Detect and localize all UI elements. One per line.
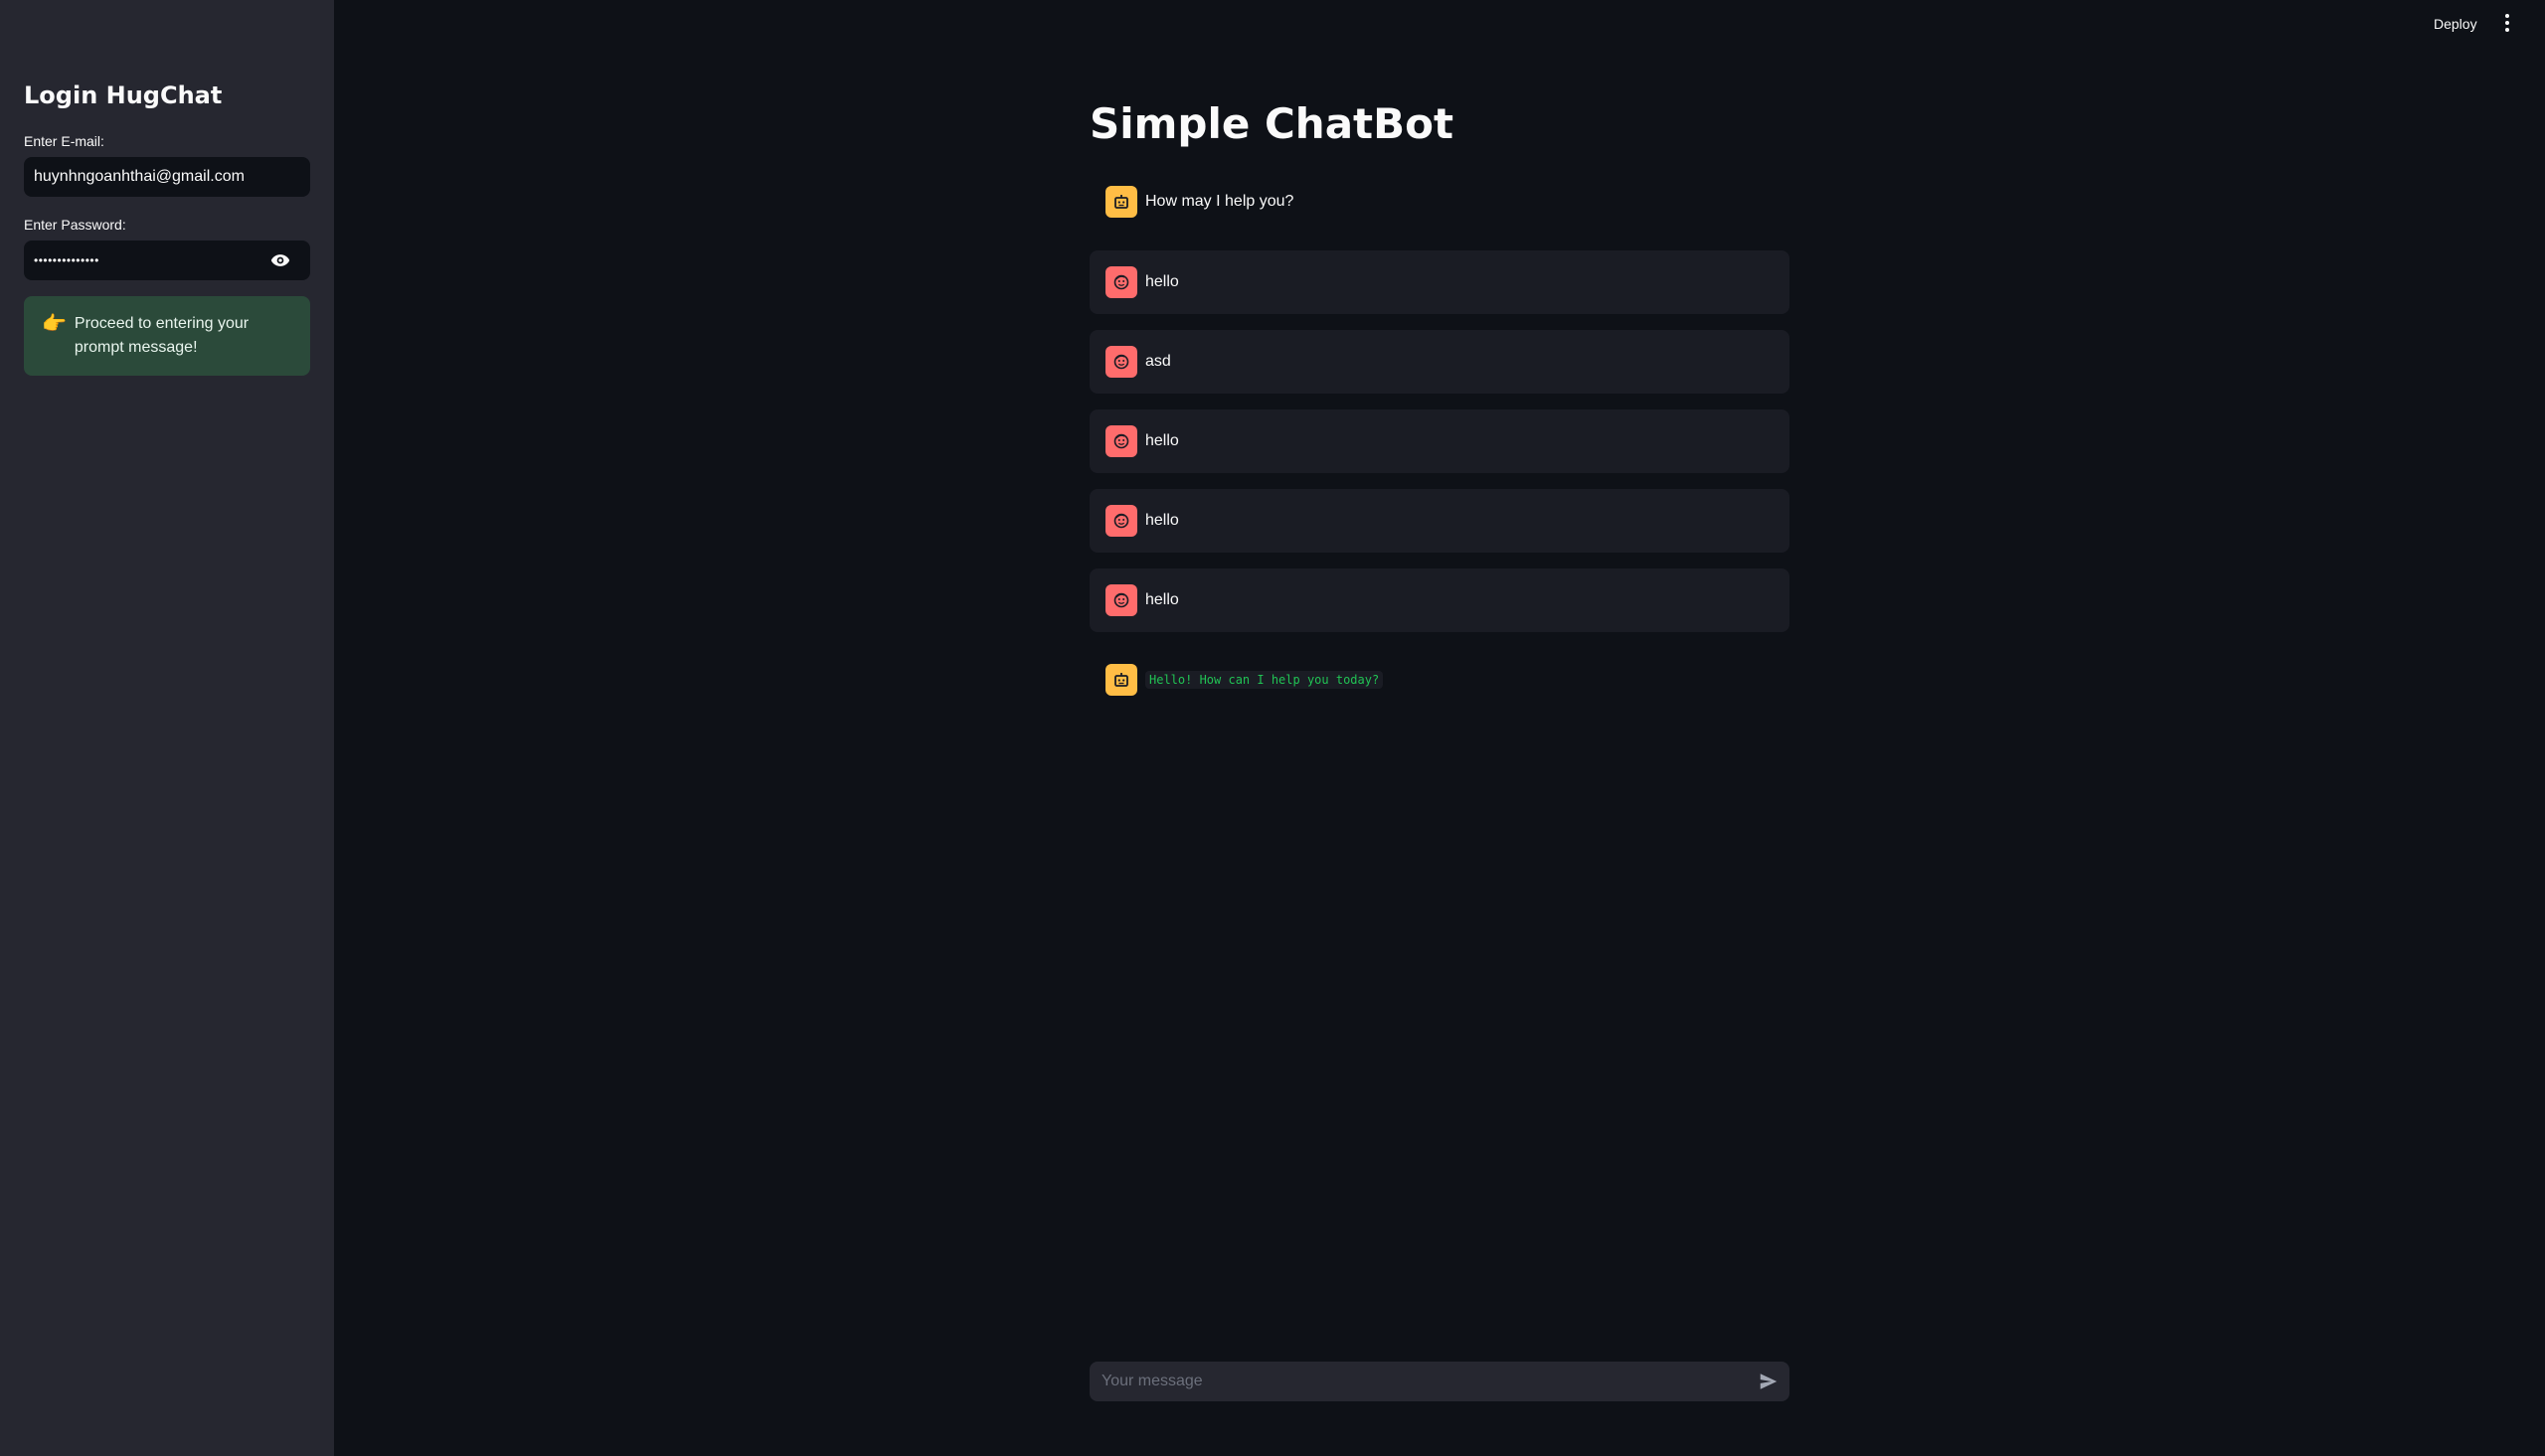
bot-avatar-icon (1105, 186, 1137, 218)
send-icon[interactable] (1758, 1371, 1780, 1392)
notice-text: Proceed to entering your prompt message! (74, 315, 250, 356)
chat-message-user: asd (1090, 330, 1789, 394)
message-text: hello (1145, 512, 1179, 529)
chat-input[interactable] (1100, 1372, 1740, 1391)
email-field[interactable]: huynhngoanhthai@gmail.com (24, 157, 310, 197)
pointing-hand-icon: 👉 (42, 313, 67, 335)
password-value: •••••••••••••• (34, 253, 99, 267)
more-options-icon[interactable] (2499, 14, 2515, 32)
page-title: Simple ChatBot (1090, 99, 1454, 148)
chat-message-assistant: Hello! How can I help you today? (1090, 648, 1789, 712)
eye-icon[interactable] (270, 252, 290, 268)
message-text: asd (1145, 353, 1171, 370)
app-root: Login HugChat Enter E-mail: huynhngoanht… (0, 0, 2545, 1456)
chat-message-assistant: How may I help you? (1090, 170, 1789, 234)
email-label: Enter E-mail: (24, 133, 104, 149)
chat-message-user: hello (1090, 489, 1789, 553)
message-text: hello (1145, 591, 1179, 608)
sidebar-title: Login HugChat (24, 81, 223, 109)
user-avatar-icon (1105, 346, 1137, 378)
sidebar: Login HugChat Enter E-mail: huynhngoanht… (0, 0, 334, 1456)
chat-message-user: hello (1090, 568, 1789, 632)
message-text: hello (1145, 432, 1179, 449)
user-avatar-icon (1105, 584, 1137, 616)
password-label: Enter Password: (24, 217, 126, 233)
message-text: hello (1145, 273, 1179, 290)
deploy-button[interactable]: Deploy (2426, 12, 2485, 36)
message-code-text: Hello! How can I help you today? (1145, 671, 1384, 689)
user-avatar-icon (1105, 266, 1137, 298)
bot-avatar-icon (1105, 664, 1137, 696)
chat-message-user: hello (1090, 250, 1789, 314)
user-avatar-icon (1105, 505, 1137, 537)
password-field[interactable]: •••••••••••••• (24, 241, 310, 280)
chat-input-container (1090, 1362, 1789, 1401)
user-avatar-icon (1105, 425, 1137, 457)
chat-message-user: hello (1090, 409, 1789, 473)
email-value: huynhngoanhthai@gmail.com (34, 168, 245, 185)
message-text: How may I help you? (1145, 193, 1294, 210)
success-notice: 👉 Proceed to entering your prompt messag… (24, 296, 310, 376)
